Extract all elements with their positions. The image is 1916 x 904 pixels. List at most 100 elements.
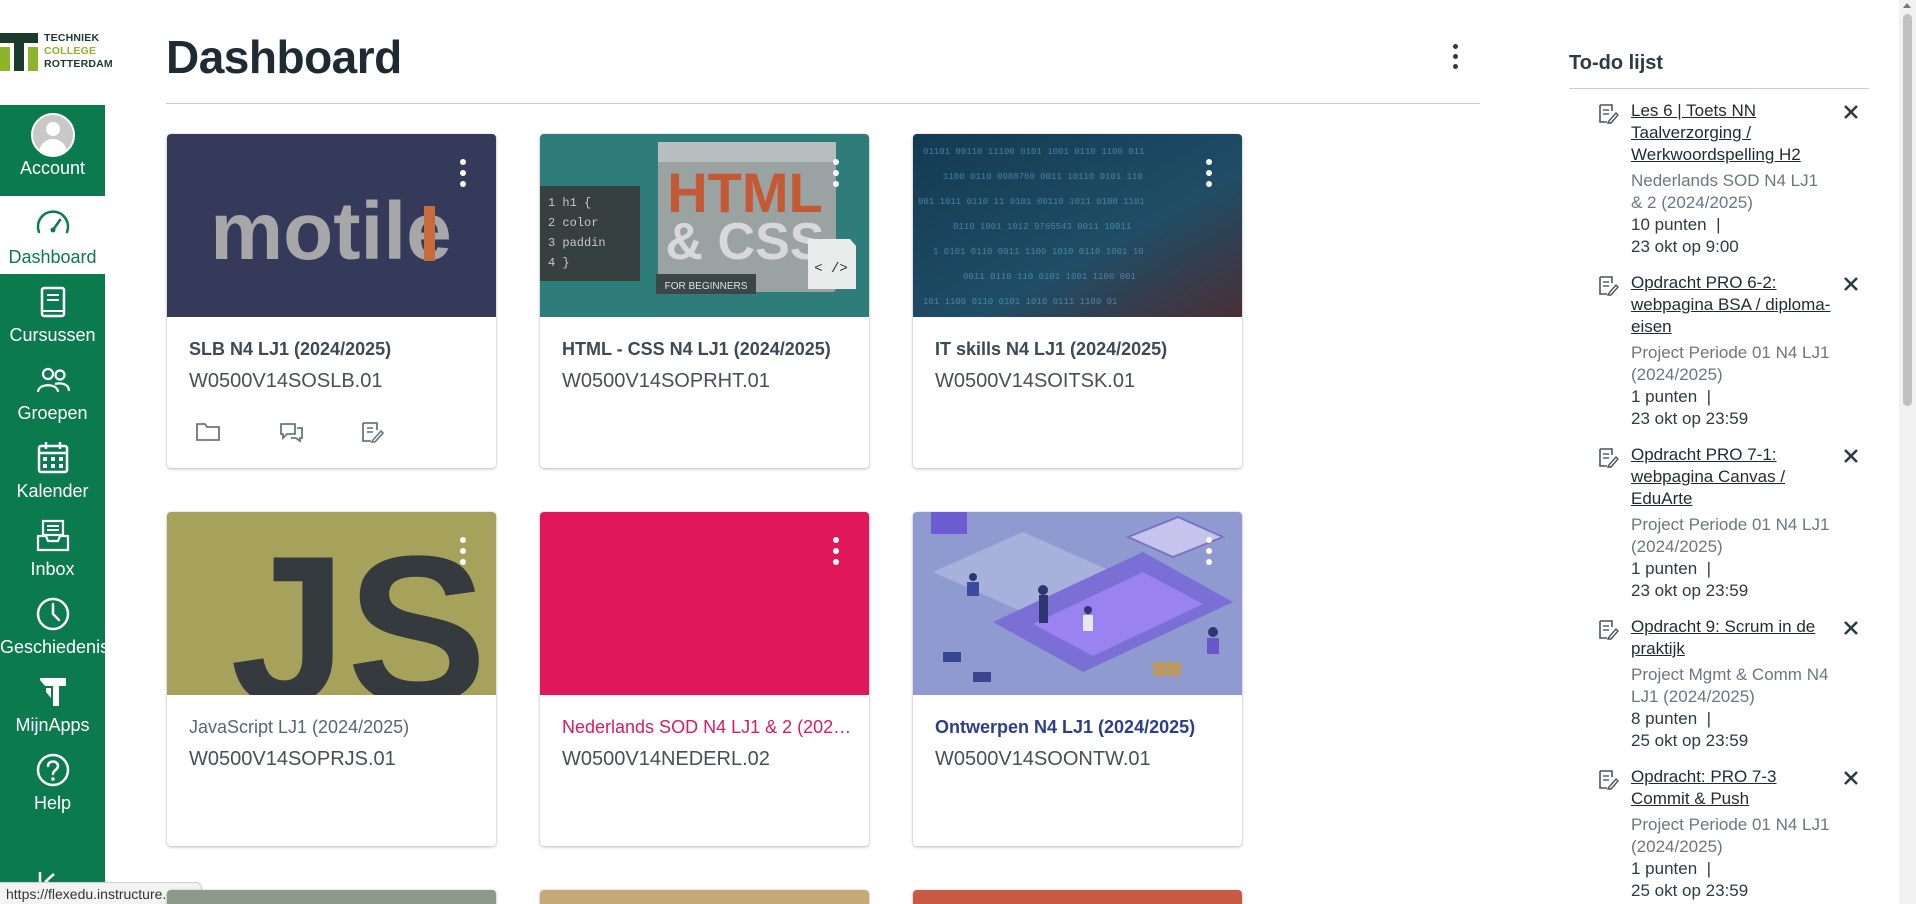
svg-text:2 color: 2 color	[548, 216, 598, 230]
course-code: W0500V14SOPRJS.01	[189, 748, 396, 770]
course-card-image[interactable]: 1 h1 { 2 color 3 paddin 4 } HTML & CSS F…	[540, 134, 869, 317]
nav-item-kalender[interactable]: Kalender	[0, 430, 105, 508]
dismiss-close-icon[interactable]	[1841, 768, 1861, 788]
nav-item-cursussen[interactable]: Cursussen	[0, 274, 105, 352]
nav-item-label: Dashboard	[8, 247, 97, 267]
nav-item-label: Groepen	[17, 403, 88, 423]
course-card[interactable]: JS JavaScript LJ1 (2024/2025) W0500V14SO…	[167, 512, 496, 846]
course-card-image[interactable]	[540, 890, 869, 904]
card-options-button[interactable]	[1206, 537, 1212, 565]
dismiss-close-icon[interactable]	[1841, 102, 1861, 122]
course-card-image[interactable]: JS	[167, 512, 496, 695]
discussions-button[interactable]	[277, 420, 307, 446]
course-title[interactable]: IT skills N4 LJ1 (2024/2025)	[935, 339, 1225, 360]
nav-item-label: Kalender	[16, 481, 89, 501]
dashboard-options-button[interactable]	[1445, 44, 1465, 74]
course-card[interactable]: 01101 00110 11100 0101 1001 0110 1100 01…	[913, 134, 1242, 468]
image-logo-text: motile	[210, 186, 451, 277]
course-card[interactable]: Nederlands SOD N4 LJ1 & 2 (2024/2025) W0…	[540, 512, 869, 846]
todo-item-link[interactable]: Opdracht PRO 7-1: webpagina Canvas / Edu…	[1631, 444, 1831, 510]
todo-item-link[interactable]: Les 6 | Toets NN Taalverzorging / Werkwo…	[1631, 100, 1831, 166]
nav-item-account[interactable]: Account	[0, 107, 105, 185]
svg-text:101 1100 0110 0101 1010 0111 1: 101 1100 0110 0101 1010 0111 1100 01	[923, 297, 1117, 307]
files-button[interactable]	[195, 420, 225, 446]
nav-item-label: Inbox	[30, 559, 75, 579]
nav-item-help[interactable]: Help	[0, 742, 105, 820]
svg-text:1 0101 0110 0011 1100 1010 011: 1 0101 0110 0011 1100 1010 0110 1001 10	[933, 247, 1144, 257]
todo-item-date: 23 okt op 23:59	[1631, 581, 1749, 600]
card-options-button[interactable]	[833, 159, 839, 187]
nav-item-geschiedenis[interactable]: Geschiedenis	[0, 586, 109, 664]
svg-text:0110 1001 1012 9765543 0011 10: 0110 1001 1012 9765543 0011 10011	[953, 222, 1131, 232]
course-title[interactable]: Nederlands SOD N4 LJ1 & 2 (2024/2025)	[562, 717, 852, 738]
course-title[interactable]: JavaScript LJ1 (2024/2025)	[189, 717, 479, 738]
dismiss-close-icon[interactable]	[1841, 618, 1861, 638]
discussion-icon	[280, 423, 303, 443]
svg-text:4 }: 4 }	[548, 256, 570, 270]
card-options-button[interactable]	[460, 537, 466, 565]
nav-item-mijnapps[interactable]: MijnApps	[0, 664, 105, 742]
todo-divider	[1569, 88, 1869, 89]
course-card-image[interactable]	[167, 890, 496, 904]
svg-text:< />: < />	[814, 261, 848, 277]
assignments-button[interactable]	[359, 420, 389, 446]
more-vertical-icon	[460, 537, 466, 565]
help-icon	[36, 753, 69, 787]
course-card[interactable]: 1 h1 { 2 color 3 paddin 4 } HTML & CSS F…	[540, 134, 869, 468]
svg-text:001 1011 0110 11 0101 00110 10: 001 1011 0110 11 0101 00110 1011 0100 11…	[918, 197, 1145, 207]
dismiss-close-icon[interactable]	[1841, 274, 1861, 294]
course-title[interactable]: SLB N4 LJ1 (2024/2025)	[189, 339, 479, 360]
page-scrollbar[interactable]	[1899, 0, 1916, 904]
course-code: W0500V14SOITSK.01	[935, 370, 1136, 392]
svg-text:01101 00110 11100 0101 1001 01: 01101 00110 11100 0101 1001 0110 1100 01…	[923, 147, 1144, 157]
more-vertical-icon	[460, 159, 466, 187]
dismiss-close-icon[interactable]	[1841, 446, 1861, 466]
course-card[interactable]: motile SLB N4 LJ1 (2024/2025) W0500V14SO…	[167, 134, 496, 468]
course-card-image[interactable]	[913, 512, 1242, 695]
scrollbar-thumb[interactable]	[1903, 14, 1912, 406]
svg-text:1 h1 {: 1 h1 {	[548, 196, 591, 210]
todo-item-date: 25 okt op 23:59	[1631, 881, 1749, 900]
course-card[interactable]	[913, 890, 1242, 904]
more-vertical-icon	[833, 537, 839, 565]
card-options-button[interactable]	[460, 159, 466, 187]
techniek-college-logo-icon	[0, 33, 38, 71]
todo-item-link[interactable]: Opdracht: PRO 7-3 Commit & Push	[1631, 766, 1831, 810]
course-code: W0500V14NEDERL.02	[562, 748, 770, 770]
nav-item-dashboard[interactable]: Dashboard	[0, 196, 105, 274]
logo-line-3: ROTTERDAM	[44, 58, 113, 70]
course-card-image[interactable]	[540, 512, 869, 695]
nav-item-groepen[interactable]: Groepen	[0, 352, 105, 430]
course-title[interactable]: Ontwerpen N4 LJ1 (2024/2025)	[935, 717, 1225, 738]
scroll-up-arrow-icon[interactable]	[1903, 3, 1911, 8]
card-action-bar	[195, 420, 389, 446]
course-card-image[interactable]	[913, 890, 1242, 904]
nav-item-label: Cursussen	[9, 325, 96, 345]
svg-text:1100 0110 0988769 0011 10110 0: 1100 0110 0988769 0011 10110 0101 110	[943, 172, 1143, 182]
todo-item-points: 8 punten |	[1631, 709, 1712, 728]
speedometer-icon	[36, 210, 69, 234]
course-card[interactable]	[167, 890, 496, 904]
course-card-image[interactable]: 01101 00110 11100 0101 1001 0110 1100 01…	[913, 134, 1242, 317]
course-title[interactable]: HTML - CSS N4 LJ1 (2024/2025)	[562, 339, 852, 360]
card-options-button[interactable]	[1206, 159, 1212, 187]
todo-item-link[interactable]: Opdracht PRO 6-2: webpagina BSA / diplom…	[1631, 272, 1831, 338]
assignment-icon	[1599, 276, 1619, 296]
todo-item-link[interactable]: Opdracht 9: Scrum in de praktijk	[1631, 616, 1831, 660]
todo-item-course: Project Mgmt & Comm N4 LJ1 (2024/2025)	[1631, 665, 1829, 706]
svg-text:& CSS: & CSS	[666, 213, 825, 271]
assignment-icon	[1599, 104, 1619, 124]
nav-item-inbox[interactable]: Inbox	[0, 508, 105, 586]
more-vertical-icon	[1206, 159, 1212, 187]
more-vertical-icon	[833, 159, 839, 187]
course-card[interactable]	[540, 890, 869, 904]
course-code: W0500V14SOONTW.01	[935, 748, 1151, 770]
course-card-image[interactable]: motile	[167, 134, 496, 317]
course-code: W0500V14SOSLB.01	[189, 370, 383, 392]
nav-item-label: Account	[19, 158, 86, 178]
todo-item-course: Project Periode 01 N4 LJ1 (2024/2025)	[1631, 515, 1830, 556]
more-vertical-icon	[1445, 44, 1465, 69]
card-options-button[interactable]	[833, 537, 839, 565]
course-card[interactable]: Ontwerpen N4 LJ1 (2024/2025) W0500V14SOO…	[913, 512, 1242, 846]
school-logo[interactable]: TECHNIEK COLLEGE ROTTERDAM	[0, 0, 113, 105]
